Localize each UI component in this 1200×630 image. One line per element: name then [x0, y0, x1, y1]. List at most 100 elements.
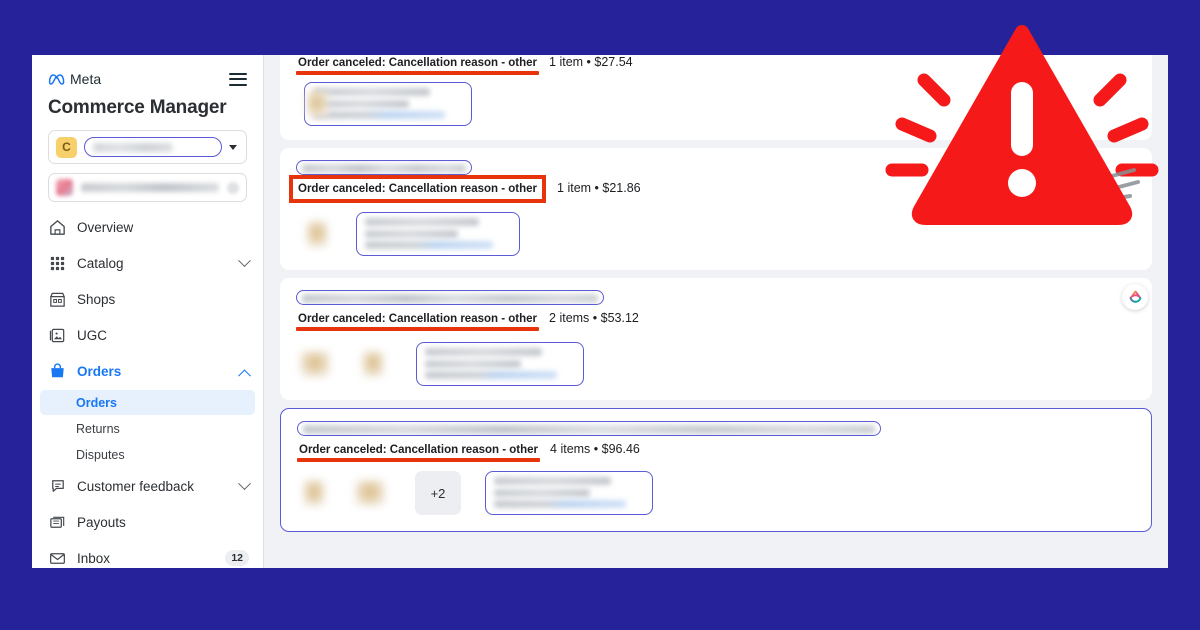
search-value-redacted [81, 183, 219, 192]
product-summary-box[interactable] [485, 471, 653, 515]
order-meta: 1 item • $21.86 [557, 181, 641, 195]
account-name-redacted [93, 143, 173, 152]
sidebar-subitem-label: Orders [76, 395, 117, 410]
sidebar-item-cutoff[interactable] [32, 554, 263, 568]
search-avatar-icon [56, 179, 73, 196]
order-card[interactable]: Order canceled: Cancellation reason - ot… [280, 408, 1152, 532]
avatar: C [56, 136, 77, 158]
sidebar-item-shops[interactable]: Shops [32, 281, 263, 317]
sidebar-item-label: Customer feedback [77, 478, 195, 494]
sidebar-subitem-returns[interactable]: Returns [40, 416, 255, 441]
product-line-redacted [365, 241, 494, 249]
sidebar-item-label: Overview [77, 219, 134, 235]
account-name-field[interactable] [84, 137, 222, 157]
meta-logo: Meta [48, 71, 101, 87]
product-summary-box[interactable] [416, 342, 584, 386]
product-line-redacted [494, 477, 611, 485]
storefront-icon [50, 292, 65, 307]
speech-bubble-icon [52, 479, 64, 492]
order-items-row [296, 342, 1136, 386]
order-meta: 4 items • $96.46 [550, 442, 640, 456]
cash-stack-icon [50, 516, 65, 528]
order-title-bar[interactable] [297, 421, 881, 436]
sidebar-brand-row: Meta [48, 69, 247, 89]
sidebar-item-ugc[interactable]: UGC [32, 317, 263, 353]
image-frame-icon [49, 328, 65, 342]
sidebar-item-label: Catalog [77, 255, 124, 271]
chart-icon [48, 563, 67, 569]
sidebar-item-payouts[interactable]: Payouts [32, 504, 263, 540]
order-status-badge: Order canceled: Cancellation reason - ot… [297, 444, 541, 462]
product-line-redacted [425, 348, 542, 356]
product-thumbnail [300, 351, 330, 377]
orders-list: Order canceled: Cancellation reason - ot… [264, 55, 1168, 568]
order-meta: 1 item • $27.54 [549, 55, 633, 69]
sidebar-item-catalog[interactable]: Catalog [32, 245, 263, 281]
order-title-redacted [302, 294, 598, 303]
home-icon [50, 219, 65, 235]
order-status-badge: Order canceled: Cancellation reason - ot… [288, 175, 547, 203]
sidebar-item-label: Orders [77, 363, 122, 379]
product-summary-box[interactable] [356, 212, 520, 256]
sidebar-subitem-orders[interactable]: Orders [40, 390, 255, 415]
more-items-badge[interactable]: +2 [415, 471, 461, 515]
commerce-manager-window: Meta Commerce Manager C Overview Catalog… [32, 55, 1168, 568]
product-line-redacted [494, 488, 590, 497]
product-summary-box[interactable] [304, 82, 472, 126]
sidebar-subitem-label: Disputes [76, 447, 125, 462]
order-items-row: +2 [297, 471, 1135, 515]
product-thumbnail [355, 480, 385, 506]
page-title: Commerce Manager [48, 97, 227, 118]
sidebar-item-label: Payouts [77, 514, 126, 530]
order-status-row: Order canceled: Cancellation reason - ot… [297, 442, 1135, 462]
account-selector[interactable]: C [48, 130, 247, 164]
order-card[interactable]: Order canceled: Cancellation reason - ot… [280, 278, 1152, 400]
sidebar-subitem-disputes[interactable]: Disputes [40, 442, 255, 467]
hamburger-icon[interactable] [229, 69, 247, 89]
order-items-row [296, 82, 1136, 126]
sidebar-item-customer-feedback[interactable]: Customer feedback [32, 468, 263, 504]
order-status-row: Order canceled: Cancellation reason - ot… [296, 55, 1136, 75]
sidebar-subitem-label: Returns [76, 421, 120, 436]
chevron-down-icon[interactable] [238, 476, 251, 490]
meta-ai-icon[interactable] [1122, 284, 1148, 310]
order-meta: 2 items • $53.12 [549, 311, 639, 325]
search-input[interactable] [48, 173, 247, 202]
order-title-bar[interactable] [296, 290, 604, 305]
meta-infinity-icon [48, 74, 65, 85]
sidebar-item-overview[interactable]: Overview [32, 209, 263, 245]
product-thumbnail [306, 91, 328, 117]
meta-ai-glyph [1129, 290, 1141, 303]
caret-down-icon[interactable] [229, 144, 237, 150]
sidebar-item-label: UGC [77, 327, 107, 343]
chevron-up-icon[interactable] [238, 368, 251, 382]
order-card[interactable]: Order canceled: Cancellation reason - ot… [280, 148, 1152, 270]
chevron-down-icon[interactable] [238, 253, 251, 267]
meta-wordmark: Meta [70, 71, 102, 87]
product-thumbnail [306, 221, 328, 247]
sidebar-item-partial[interactable] [32, 554, 263, 568]
order-items-row [296, 212, 1136, 256]
sidebar-nav: Overview Catalog Shops UGC Orders Orders… [32, 209, 263, 568]
product-line-redacted [313, 111, 445, 119]
product-line-redacted [494, 500, 626, 508]
close-circle-icon[interactable] [227, 181, 239, 194]
product-line-redacted [365, 218, 479, 226]
grid-icon [50, 256, 65, 270]
order-status-badge: Order canceled: Cancellation reason - ot… [296, 57, 540, 75]
sidebar-item-label: Shops [77, 291, 116, 307]
sidebar: Meta Commerce Manager C Overview Catalog… [32, 55, 264, 568]
order-title-bar[interactable] [296, 160, 472, 175]
order-status-row: Order canceled: Cancellation reason - ot… [288, 175, 1136, 203]
product-line-redacted [425, 359, 521, 368]
product-thumbnail [362, 351, 384, 377]
order-title-redacted [302, 164, 466, 173]
screenshot-root: Meta Commerce Manager C Overview Catalog… [0, 0, 1200, 630]
order-card[interactable]: Order canceled: Cancellation reason - ot… [280, 55, 1152, 140]
bag-icon [51, 362, 64, 377]
product-line-redacted [365, 229, 459, 238]
order-status-badge: Order canceled: Cancellation reason - ot… [296, 313, 540, 331]
product-line-redacted [313, 88, 430, 96]
sidebar-item-orders[interactable]: Orders [32, 353, 263, 389]
order-title-redacted [303, 425, 875, 434]
